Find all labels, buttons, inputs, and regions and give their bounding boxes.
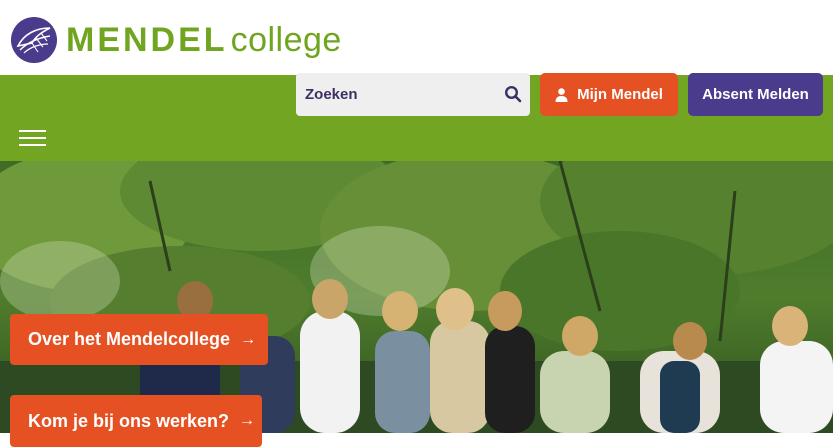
logo-wordmark-sub: college — [230, 21, 342, 59]
search-box — [296, 73, 530, 116]
logo-wordmark-main: MENDEL — [66, 21, 228, 59]
mendel-emblem-icon — [11, 17, 57, 63]
absent-melden-button[interactable]: Absent Melden — [688, 73, 823, 116]
search-input[interactable] — [296, 73, 486, 116]
mijn-mendel-button[interactable]: Mijn Mendel — [540, 73, 678, 116]
about-mendelcollege-button[interactable]: Over het Mendelcollege → — [10, 314, 268, 365]
hero-image — [0, 161, 833, 433]
arrow-right-icon: → — [239, 412, 256, 429]
site-header: MENDEL college — [0, 0, 833, 75]
mijn-mendel-label: Mijn Mendel — [577, 86, 663, 103]
menu-icon[interactable] — [19, 130, 46, 147]
arrow-right-icon: → — [240, 330, 257, 348]
site-logo[interactable]: MENDEL college — [10, 16, 342, 64]
absent-melden-label: Absent Melden — [702, 86, 809, 103]
about-mendelcollege-label: Over het Mendelcollege — [28, 329, 231, 349]
search-icon[interactable] — [504, 85, 522, 103]
work-with-us-button[interactable]: Kom je bij ons werken? → — [10, 395, 262, 447]
user-icon — [555, 87, 568, 102]
hero-photo — [0, 161, 833, 433]
work-with-us-label: Kom je bij ons werken? — [28, 410, 230, 431]
